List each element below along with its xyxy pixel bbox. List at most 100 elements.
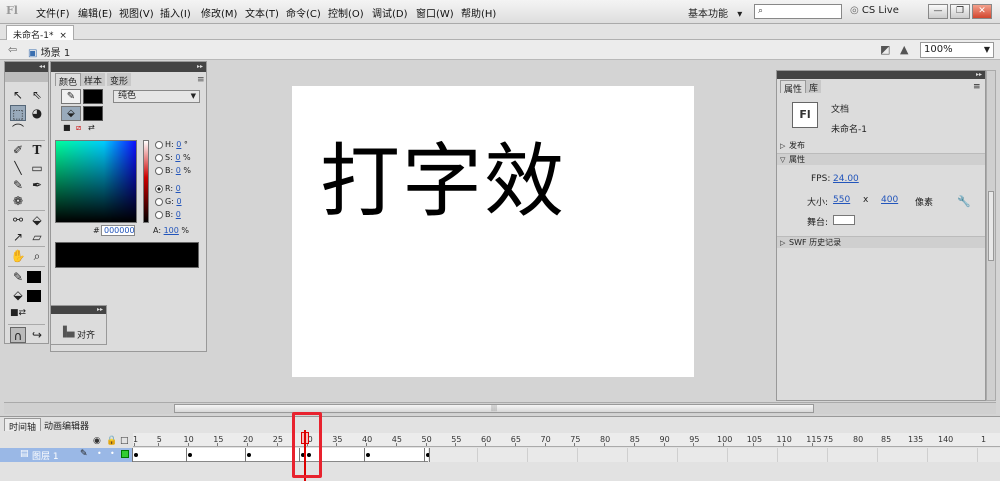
menu-item-6[interactable]: 命令(C) <box>286 5 321 20</box>
lock-dot[interactable]: • <box>110 449 115 458</box>
menu-item-9[interactable]: 窗口(W) <box>416 5 454 20</box>
minimize-button[interactable]: — <box>928 4 948 19</box>
tab-swatches[interactable]: 样本 <box>81 73 106 87</box>
color-type-select[interactable]: 纯色 ▼ <box>113 90 200 103</box>
stroke-color-icon[interactable]: ✎ <box>10 269 26 285</box>
fill-color-icon[interactable]: ⬙ <box>61 106 81 121</box>
empty-frames[interactable] <box>428 448 1000 462</box>
publish-section[interactable]: ▷ 发布 <box>777 140 985 152</box>
selection-tool-icon[interactable]: ↖ <box>10 87 26 103</box>
restore-button[interactable]: ❐ <box>950 4 970 19</box>
tab-motion-editor[interactable]: 动画编辑器 <box>40 418 93 432</box>
hand-tool-icon[interactable]: ✋ <box>10 248 26 264</box>
keyframe[interactable] <box>134 453 138 457</box>
workspace-switcher[interactable]: 基本功能 ▾ <box>684 3 746 20</box>
tab-transform[interactable]: 变形 <box>107 73 132 87</box>
properties-scrollbar[interactable] <box>986 70 996 401</box>
fill-color-swatch[interactable] <box>27 290 41 302</box>
scrollbar-thumb[interactable]: ||| <box>174 404 814 413</box>
saturation-row[interactable]: S: 0 % <box>155 153 191 162</box>
properties-section[interactable]: ▽ 属性 <box>777 153 985 165</box>
wrench-icon[interactable]: 🔧 <box>957 195 971 208</box>
stroke-color-icon[interactable]: ✎ <box>61 89 81 104</box>
red-value[interactable]: 0 <box>176 184 181 193</box>
stroke-color-swatch[interactable] <box>27 271 41 283</box>
menu-item-7[interactable]: 控制(O) <box>328 5 364 20</box>
pencil-tool-icon[interactable]: ✎ <box>10 177 26 193</box>
alpha-row[interactable]: A: 100 % <box>153 226 189 235</box>
text-tool-icon[interactable]: T <box>29 142 45 158</box>
paint-bucket-tool-icon[interactable]: ⬙ <box>29 212 45 228</box>
menu-item-3[interactable]: 插入(I) <box>160 5 191 20</box>
fill-color-icon[interactable]: ⬙ <box>10 287 26 303</box>
zoom-select[interactable]: 100% ▼ <box>920 42 994 58</box>
saturation-value[interactable]: 0 <box>175 153 180 162</box>
bone-tool-icon[interactable]: ⚯ <box>10 212 26 228</box>
menu-item-10[interactable]: 帮助(H) <box>461 5 496 20</box>
eraser-tool-icon[interactable]: ▱ <box>29 229 45 245</box>
line-tool-icon[interactable]: ╲ <box>10 160 26 176</box>
hue-row[interactable]: H: 0 ° <box>155 140 188 149</box>
scene-label[interactable]: ▣ 场景 1 <box>28 44 70 59</box>
brightness-value[interactable]: 0 <box>176 166 181 175</box>
width-value[interactable]: 550 <box>833 195 850 205</box>
stage-canvas[interactable] <box>292 86 694 377</box>
keyframe[interactable] <box>187 453 192 457</box>
eyedropper-tool-icon[interactable]: ↗ <box>10 229 26 245</box>
rectangle-tool-icon[interactable]: ▭ <box>29 160 45 176</box>
free-transform-tool-icon[interactable]: ⬚ <box>10 105 26 121</box>
search-input[interactable]: ⌕ <box>754 4 842 19</box>
lasso-tool-icon[interactable]: ⌒ <box>10 122 26 138</box>
smooth-icon[interactable]: ↪ <box>29 327 45 343</box>
green-value[interactable]: 0 <box>176 197 181 206</box>
document-tab[interactable]: 未命名-1* × <box>6 25 74 41</box>
hex-input[interactable]: 000000 <box>101 225 135 236</box>
visible-dot[interactable]: • <box>97 449 102 458</box>
panel-grip[interactable] <box>5 72 48 82</box>
lock-icon[interactable]: 🔒 <box>106 436 117 446</box>
subselection-tool-icon[interactable]: ⇖ <box>29 87 45 103</box>
cs-live-button[interactable]: ◎ CS Live <box>850 5 899 16</box>
layer-name[interactable]: 图层 1 <box>32 449 59 462</box>
3d-rotation-tool-icon[interactable]: ◕ <box>29 105 45 121</box>
alpha-value[interactable]: 100 <box>164 226 179 235</box>
panel-menu-icon[interactable]: ≡ <box>973 82 981 92</box>
fps-value[interactable]: 24.00 <box>833 174 859 184</box>
stage-horizontal-scrollbar[interactable]: ||| <box>4 402 996 414</box>
deco-tool-icon[interactable]: ❁ <box>10 193 26 209</box>
outline-color-box[interactable] <box>121 450 129 458</box>
menu-item-1[interactable]: 编辑(E) <box>78 5 112 20</box>
tab-properties[interactable]: 属性 <box>780 80 807 95</box>
zoom-tool-icon[interactable]: ⌕ <box>29 248 45 264</box>
stage-text[interactable]: 打字效 <box>320 142 566 222</box>
menu-item-0[interactable]: 文件(F) <box>36 5 70 20</box>
red-row[interactable]: R: 0 <box>155 184 181 193</box>
green-row[interactable]: G: 0 <box>155 197 182 206</box>
timeline-ruler[interactable]: 1510152025303540455055606570758085909510… <box>133 433 1000 447</box>
panel-collapse-icon[interactable]: ▸▸ <box>51 62 206 72</box>
close-button[interactable]: ✕ <box>972 4 992 19</box>
align-icon[interactable]: ▐▄ <box>59 327 74 338</box>
brightness-slider[interactable] <box>143 140 149 223</box>
tab-timeline[interactable]: 时间轴 <box>4 418 42 433</box>
menu-item-2[interactable]: 视图(V) <box>119 5 154 20</box>
eye-icon[interactable]: ◉ <box>93 436 101 446</box>
pen-tool-icon[interactable]: ✐ <box>10 142 26 158</box>
brush-tool-icon[interactable]: ✒ <box>29 177 45 193</box>
menu-item-8[interactable]: 调试(D) <box>372 5 408 20</box>
edit-scene-icon[interactable]: ▲ <box>900 43 908 56</box>
layer-row[interactable]: ▤ 图层 1 ✎ • • <box>0 448 133 462</box>
menu-item-4[interactable]: 修改(M) <box>201 5 237 20</box>
no-color-icon[interactable]: ⧄ <box>76 123 81 133</box>
panel-collapse-icon[interactable]: ◂◂ <box>5 62 48 72</box>
swap-colors-icon[interactable]: ⇄ <box>88 123 95 132</box>
panel-expand-icon[interactable]: ▸▸ <box>51 306 106 314</box>
tab-color[interactable]: 颜色 <box>55 73 82 88</box>
menu-item-5[interactable]: 文本(T) <box>245 5 279 20</box>
snap-to-objects-icon[interactable]: ∩ <box>10 327 26 343</box>
stroke-color-chip[interactable] <box>83 89 103 104</box>
stage-color-swatch[interactable] <box>833 215 855 225</box>
back-arrow-icon[interactable]: ⇦ <box>8 43 17 56</box>
hue-value[interactable]: 0 <box>176 140 181 149</box>
outline-icon[interactable]: □ <box>120 436 129 446</box>
